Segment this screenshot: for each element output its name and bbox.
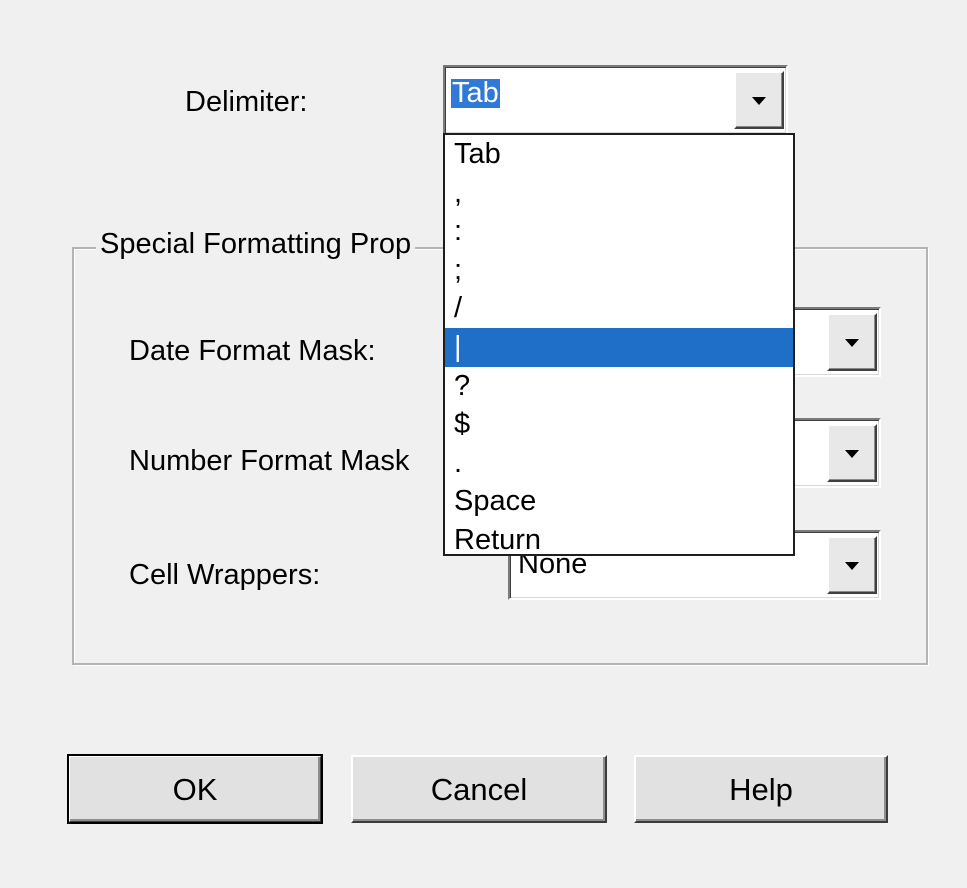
- dropdown-option-return[interactable]: Return: [445, 521, 793, 554]
- dropdown-option-period[interactable]: .: [445, 444, 793, 483]
- help-button[interactable]: Help: [634, 755, 888, 823]
- delimiter-dropdown-button[interactable]: [734, 71, 784, 129]
- number-format-dropdown-button[interactable]: [827, 424, 877, 482]
- date-format-dropdown-button[interactable]: [827, 313, 877, 371]
- delimiter-value: Tab: [451, 77, 500, 109]
- dropdown-option-question[interactable]: ?: [445, 367, 793, 406]
- ok-button[interactable]: OK: [67, 754, 323, 824]
- dropdown-option-tab[interactable]: Tab: [445, 135, 793, 174]
- dropdown-option-pipe[interactable]: |: [445, 327, 793, 367]
- dropdown-option-colon[interactable]: :: [445, 212, 793, 251]
- chevron-down-icon: [845, 562, 859, 570]
- group-title: Special Formatting Prop: [96, 230, 416, 259]
- number-format-label: Number Format Mask: [129, 445, 410, 477]
- dropdown-option-space[interactable]: Space: [445, 482, 793, 521]
- dropdown-option-dollar[interactable]: $: [445, 405, 793, 444]
- cancel-button[interactable]: Cancel: [351, 755, 607, 823]
- date-format-label: Date Format Mask:: [129, 335, 376, 367]
- delimiter-dropdown-list[interactable]: Tab , : ; / | ? $ . Space Return: [443, 133, 795, 556]
- dropdown-option-comma[interactable]: ,: [445, 174, 793, 213]
- chevron-down-icon: [845, 339, 859, 347]
- delimiter-label: Delimiter:: [185, 86, 308, 118]
- cell-wrappers-label: Cell Wrappers:: [129, 559, 321, 591]
- chevron-down-icon: [752, 97, 766, 105]
- dropdown-option-semicolon[interactable]: ;: [445, 251, 793, 290]
- delimiter-combobox[interactable]: Tab: [443, 65, 788, 135]
- cell-wrappers-dropdown-button[interactable]: [827, 536, 877, 594]
- dropdown-option-slash[interactable]: /: [445, 289, 793, 328]
- chevron-down-icon: [845, 450, 859, 458]
